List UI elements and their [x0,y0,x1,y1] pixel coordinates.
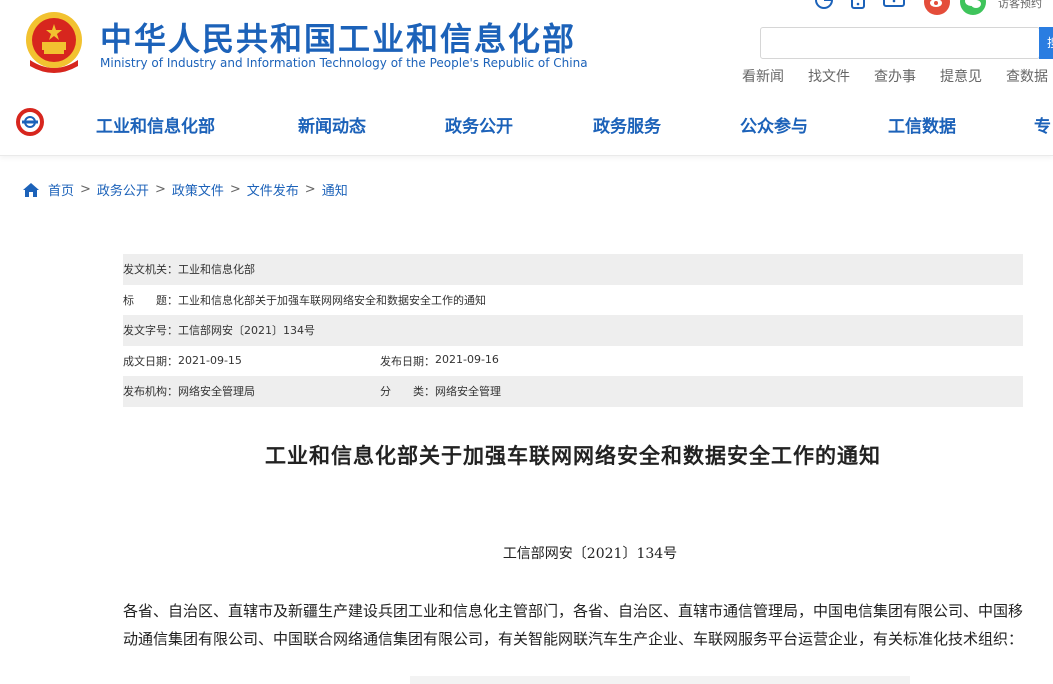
info-label: 发文机关： [123,263,178,277]
breadcrumb-policy-files[interactable]: 政策文件 [172,180,224,199]
content-divider [410,676,910,684]
info-row-docno: 发文字号： 工信部网安〔2021〕134号 [123,315,1023,346]
quick-link-data[interactable]: 查数据 [1006,66,1048,86]
info-value-written-date: 2021-09-15 [178,354,242,368]
document-info-table: 发文机关： 工业和信息化部 标 题： 工业和信息化部关于加强车联网网络安全和数据… [123,254,1023,407]
breadcrumb-notice[interactable]: 通知 [322,180,348,199]
nav-item-special[interactable]: 专 [1034,112,1051,137]
mobile-icon[interactable] [846,0,870,12]
info-cell-published: 发布日期： 2021-09-16 [380,353,499,369]
breadcrumb-file-release[interactable]: 文件发布 [247,180,299,199]
nav-item-services[interactable]: 政务服务 [593,112,661,137]
info-row-title: 标 题： 工业和信息化部关于加强车联网网络安全和数据安全工作的通知 [123,285,1023,316]
info-row-dates: 成文日期： 2021-09-15 发布日期： 2021-09-16 [123,346,1023,377]
info-row-issuer: 发文机关： 工业和信息化部 [123,254,1023,285]
visitor-appointment-link[interactable]: 访客预约 [998,0,1042,11]
ministry-logo-icon[interactable] [16,108,46,136]
home-icon[interactable] [22,182,40,198]
info-cell-category: 分 类： 网络安全管理 [380,383,501,399]
nav-item-public-affairs[interactable]: 政务公开 [445,112,513,137]
main-nav: 工业和信息化部 新闻动态 政务公开 政务服务 公众参与 工信数据 专 [0,98,1053,156]
weibo-icon[interactable] [924,0,950,16]
nav-item-participation[interactable]: 公众参与 [740,112,808,137]
search-button[interactable]: 搜 [1039,27,1053,59]
site-title-en[interactable]: Ministry of Industry and Information Tec… [100,56,588,70]
site-title-cn[interactable]: 中华人民共和国工业和信息化部 [100,14,576,60]
info-label: 标 题： [123,293,178,307]
breadcrumb-separator: > [80,182,91,197]
site-header: 中华人民共和国工业和信息化部 Ministry of Industry and … [0,0,1053,98]
quick-link-feedback[interactable]: 提意见 [940,66,982,86]
breadcrumb-public-affairs[interactable]: 政务公开 [97,180,149,199]
info-value-issuer: 工业和信息化部 [178,263,255,277]
nav-item-news[interactable]: 新闻动态 [298,112,366,137]
info-value-category: 网络安全管理 [435,385,501,399]
info-label: 成文日期： [123,354,178,368]
breadcrumb-separator: > [229,182,241,197]
info-label: 发文字号： [123,324,178,338]
search-input[interactable] [760,27,1040,59]
nav-item-ministry[interactable]: 工业和信息化部 [96,112,215,137]
article-title: 工业和信息化部关于加强车联网网络安全和数据安全工作的通知 [265,444,881,468]
breadcrumb-separator: > [154,182,166,197]
info-label: 分 类： [380,385,435,399]
info-value-docno: 工信部网安〔2021〕134号 [178,324,315,338]
quick-link-files[interactable]: 找文件 [808,66,850,86]
breadcrumb: 首页 > 政务公开 > 政策文件 > 文件发布 > 通知 [22,180,348,199]
tablet-icon[interactable] [882,0,906,12]
wechat-icon[interactable] [960,0,986,16]
nav-item-data[interactable]: 工信数据 [888,112,956,137]
article-doc-number: 工信部网安〔2021〕134号 [502,546,678,562]
national-emblem-icon[interactable] [24,10,84,76]
quick-link-services[interactable]: 查办事 [874,66,916,86]
breadcrumb-home[interactable]: 首页 [48,180,74,199]
info-value-title: 工业和信息化部关于加强车联网网络安全和数据安全工作的通知 [178,293,486,307]
quick-link-news[interactable]: 看新闻 [742,66,784,86]
info-value-org: 网络安全管理局 [178,385,255,399]
accessibility-icon[interactable] [812,0,836,12]
info-label: 发布机构： [123,385,178,399]
quick-links: 看新闻 找文件 查办事 提意见 查数据 [742,66,1053,86]
info-value-published-date: 2021-09-16 [435,352,499,366]
breadcrumb-separator: > [304,182,316,197]
article-body: 各省、自治区、直辖市及新疆生产建设兵团工业和信息化主管部门，各省、自治区、直辖市… [123,602,1024,648]
info-row-org: 发布机构： 网络安全管理局 分 类： 网络安全管理 [123,376,1023,407]
info-label: 发布日期： [380,354,435,368]
